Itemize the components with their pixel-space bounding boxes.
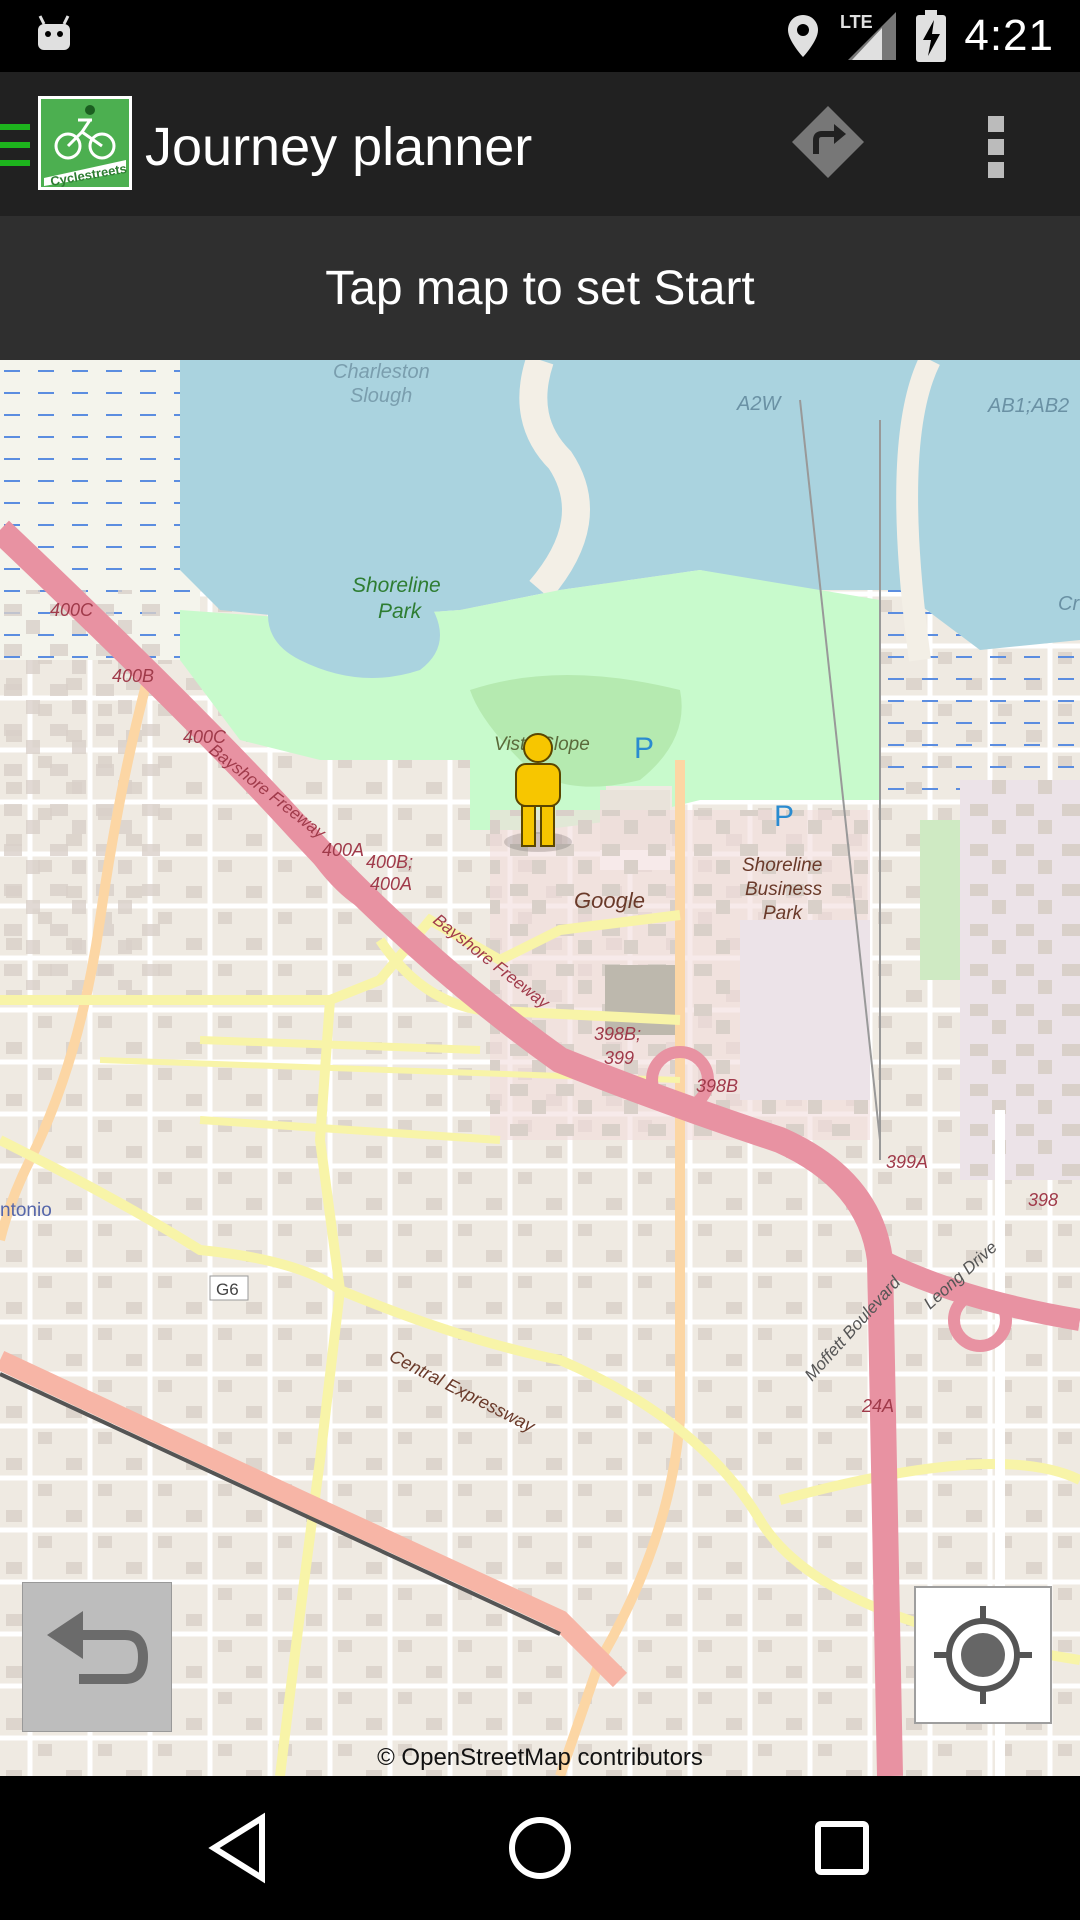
back-icon[interactable] [198, 1806, 282, 1890]
map-label: Park [763, 903, 804, 924]
location-icon [788, 15, 819, 57]
map-label: Business [745, 879, 823, 900]
map-label: 398 [1028, 1190, 1058, 1210]
navigation-bar [0, 1776, 1080, 1920]
map-label: ntonio [0, 1200, 52, 1221]
map-label: 400C [50, 600, 94, 620]
map-label: 400B; [366, 852, 413, 872]
map-label: Cr [1058, 593, 1080, 615]
map-label: Park [378, 600, 423, 623]
map-label: P [774, 800, 794, 833]
map-label: Shoreline [742, 855, 822, 876]
map-view[interactable]: Charleston Slough A2W AB1;AB2 Cr Shoreli… [0, 360, 1080, 1776]
map-attribution: © OpenStreetMap contributors [377, 1744, 703, 1771]
recents-icon[interactable] [800, 1806, 884, 1890]
cyclestreets-logo[interactable]: Cyclestreets [38, 96, 132, 190]
home-icon[interactable] [498, 1806, 582, 1890]
map-label: 398B [696, 1076, 738, 1096]
map-label: 400A [322, 840, 364, 860]
map-label: 24A [861, 1396, 894, 1416]
my-location-icon [934, 1606, 1032, 1704]
screen-title: Journey planner [145, 117, 533, 177]
svg-text:LTE: LTE [840, 12, 873, 32]
map-label: Slough [350, 385, 412, 407]
map-label: G6 [216, 1280, 239, 1299]
drawer-menu-icon[interactable] [0, 122, 30, 168]
status-bar: LTE 4:21 [0, 0, 1080, 72]
map-label: Google [574, 888, 645, 913]
lte-signal-icon: LTE [840, 12, 897, 60]
map-label: 399A [886, 1152, 928, 1172]
overflow-menu-icon[interactable] [980, 112, 1012, 182]
directions-icon[interactable] [790, 104, 866, 180]
map-label: Charleston [333, 361, 430, 383]
undo-icon [47, 1611, 149, 1684]
android-debug-icon [38, 15, 70, 50]
undo-button[interactable] [22, 1582, 172, 1732]
battery-charging-icon [916, 10, 947, 62]
map-label: AB1;AB2 [987, 395, 1069, 417]
map-label: 400A [370, 874, 412, 894]
clock: 4:21 [964, 11, 1054, 60]
map-label: 398B; [594, 1024, 641, 1044]
map-label: 400B [112, 666, 154, 686]
action-bar: Cyclestreets Journey planner [0, 72, 1080, 216]
my-location-button[interactable] [914, 1586, 1052, 1724]
map-label: 399 [604, 1048, 634, 1068]
map-label: P [634, 732, 654, 765]
tap-map-prompt: Tap map to set Start [0, 216, 1080, 360]
map-label: A2W [736, 393, 782, 415]
map-label: Shoreline [352, 574, 441, 597]
map-canvas[interactable]: Charleston Slough A2W AB1;AB2 Cr Shoreli… [0, 360, 1080, 1776]
